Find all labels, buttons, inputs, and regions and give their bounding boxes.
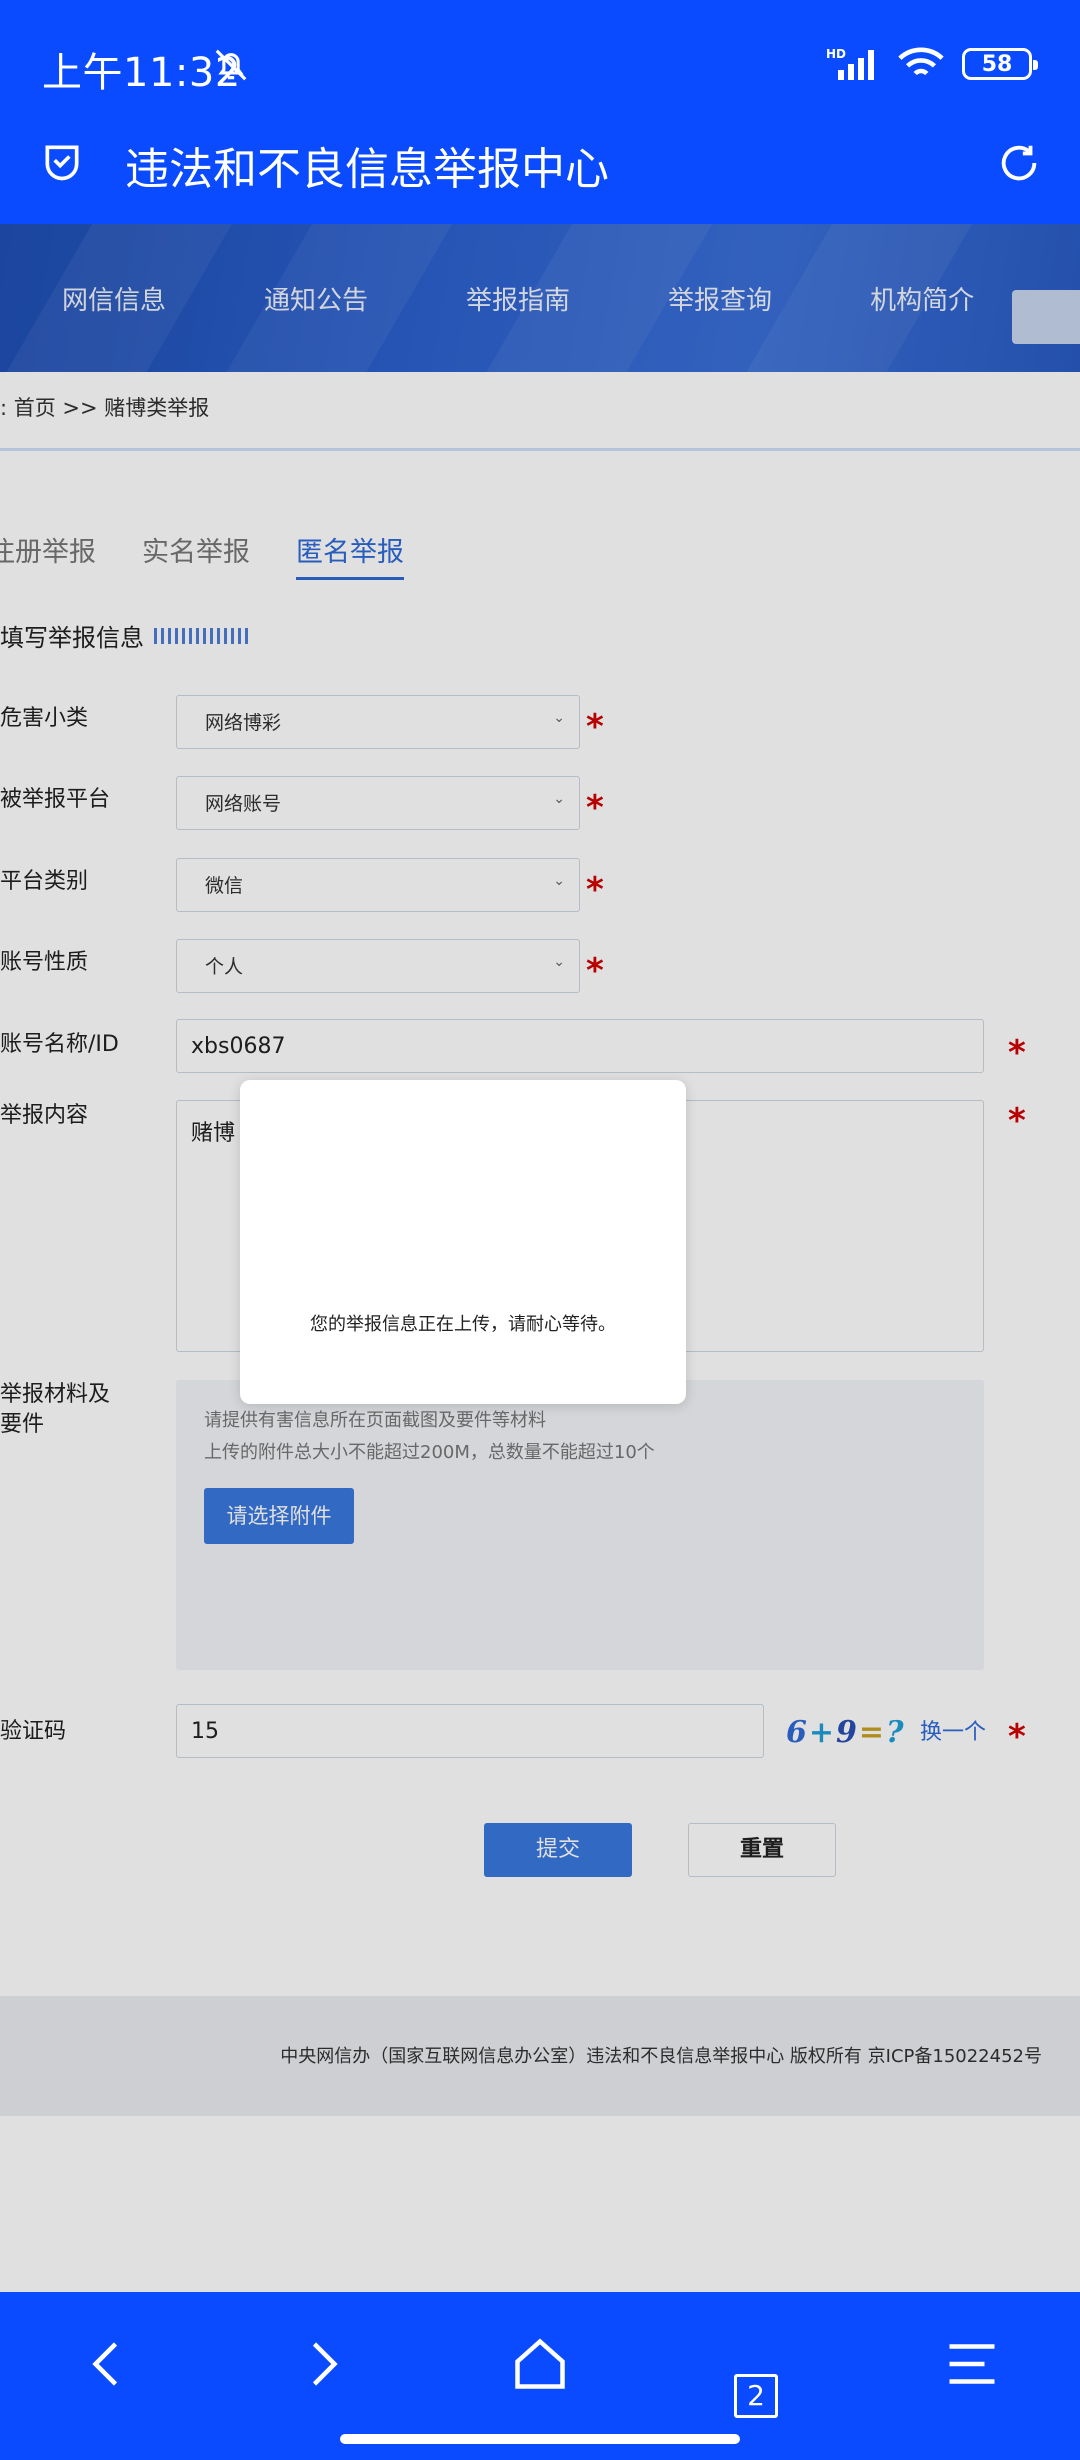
- status-icons: HD 58: [826, 46, 1038, 82]
- refresh-icon[interactable]: [996, 140, 1042, 186]
- signal-icon: HD: [826, 47, 874, 80]
- status-time: 上午11:32: [42, 50, 241, 96]
- back-icon[interactable]: [78, 2334, 138, 2394]
- app-top-bar: 上午11:32 HD 58 违法和不良信息举报中心: [0, 0, 1080, 224]
- forward-icon[interactable]: [292, 2334, 352, 2394]
- home-icon[interactable]: [510, 2334, 570, 2394]
- upload-message: 您的举报信息正在上传，请耐心等待。: [310, 1314, 616, 1335]
- network-type: HD: [826, 47, 846, 61]
- bell-muted-icon: [215, 49, 247, 81]
- shield-check-icon: [45, 145, 79, 181]
- tabs-button[interactable]: 2: [734, 2374, 778, 2418]
- app-title: 违法和不良信息举报中心: [125, 144, 609, 195]
- wifi-icon: [898, 47, 944, 76]
- battery-icon: 58: [962, 48, 1038, 80]
- upload-progress-dialog: 您的举报信息正在上传，请耐心等待。: [240, 1080, 686, 1404]
- home-indicator[interactable]: [340, 2434, 740, 2444]
- menu-icon[interactable]: [942, 2334, 1002, 2394]
